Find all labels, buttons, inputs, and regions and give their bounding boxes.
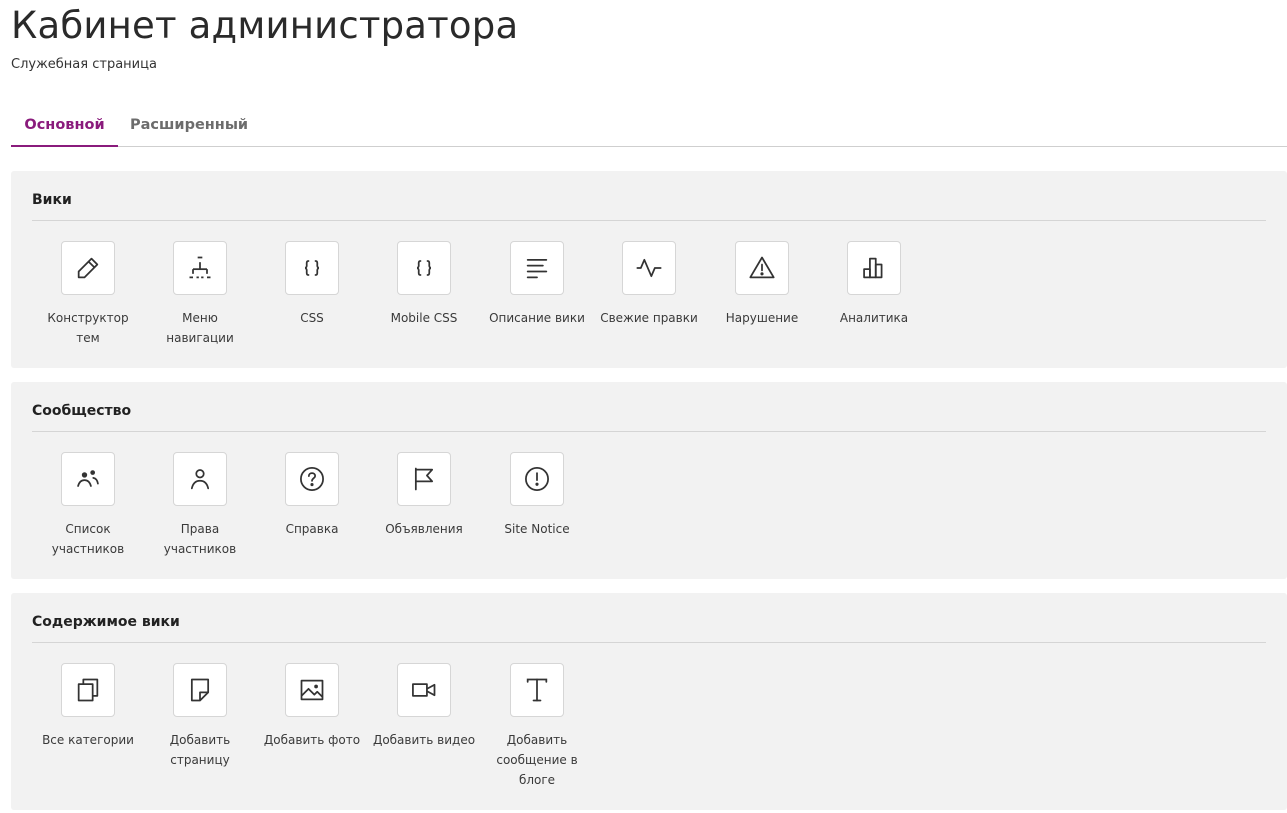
tile-label: Конструктор тем (47, 311, 129, 345)
section-wiki: Вики Конструктор тем Меню навигации CSS … (11, 171, 1287, 368)
tile-label: Меню навигации (166, 311, 234, 345)
tile-icon-box (397, 241, 451, 295)
tile-icon-box (622, 241, 676, 295)
tile-icon-box (173, 663, 227, 717)
tile-label: Справка (285, 522, 339, 536)
bar-chart-icon (863, 257, 883, 279)
tile-icon-box (510, 663, 564, 717)
tile-label: Права участников (163, 522, 237, 556)
braces-icon (416, 260, 432, 276)
sitemap-icon (189, 256, 211, 279)
tile-icon-box (61, 241, 115, 295)
tab-bar: Основной Расширенный (11, 104, 1287, 147)
tile-label: Список участников (51, 522, 125, 556)
tile-label: Добавить страницу (169, 733, 231, 767)
activity-icon (636, 258, 662, 278)
section-divider (32, 220, 1266, 221)
tile-label: Описание вики (489, 311, 585, 325)
users-icon (77, 470, 99, 487)
tile-icon-box (510, 452, 564, 506)
tile-icon-box (61, 452, 115, 506)
tile-add-page[interactable]: Добавить страницу (145, 663, 255, 770)
tile-icon-box (173, 452, 227, 506)
tile-analytics[interactable]: Аналитика (819, 241, 929, 328)
type-icon (526, 678, 548, 702)
tile-icon-box (510, 241, 564, 295)
section-title: Вики (32, 192, 72, 208)
tile-all-categories[interactable]: Все категории (33, 663, 143, 750)
warning-icon (749, 256, 775, 279)
tab-advanced[interactable]: Расширенный (130, 104, 248, 147)
tile-add-photo[interactable]: Добавить фото (257, 663, 367, 750)
section-title: Содержимое вики (32, 614, 180, 630)
section-community: Сообщество Список участников Права участ… (11, 382, 1287, 579)
tile-label: Site Notice (504, 522, 570, 536)
braces-icon (304, 260, 320, 276)
tile-site-notice[interactable]: Site Notice (482, 452, 592, 539)
tab-main[interactable]: Основной (11, 104, 118, 147)
page-icon (190, 678, 210, 702)
user-icon (190, 469, 210, 490)
tile-abuse[interactable]: Нарушение (707, 241, 817, 328)
image-icon (300, 679, 324, 701)
tile-label: Добавить фото (263, 733, 361, 747)
pencil-icon (77, 257, 99, 279)
tile-label: Нарушение (725, 311, 799, 325)
tile-mobile-css[interactable]: Mobile CSS (369, 241, 479, 328)
tile-icon-box (847, 241, 901, 295)
tile-icon-box (397, 452, 451, 506)
tile-label: Добавить видео (372, 733, 476, 747)
tile-label: Свежие правки (600, 311, 698, 325)
tile-label: CSS (300, 311, 324, 325)
tile-user-rights[interactable]: Права участников (145, 452, 255, 559)
tile-icon-box (285, 663, 339, 717)
section-title: Сообщество (32, 403, 132, 419)
exclamation-icon (525, 467, 549, 491)
tile-help[interactable]: Справка (257, 452, 367, 539)
tile-add-blog-post[interactable]: Добавить сообщение в блоге (482, 663, 592, 790)
tile-add-video[interactable]: Добавить видео (369, 663, 479, 750)
page-title: Кабинет администратора (11, 4, 519, 47)
text-lines-icon (526, 258, 548, 279)
tile-label: Аналитика (839, 311, 909, 325)
tile-recent-changes[interactable]: Свежие правки (594, 241, 704, 328)
tile-icon-box (397, 663, 451, 717)
section-wiki-content: Содержимое вики Все категории Добавить с… (11, 593, 1287, 810)
question-icon (300, 467, 324, 491)
page-subtitle: Служебная страница (11, 57, 157, 72)
tile-navigation-menu[interactable]: Меню навигации (145, 241, 255, 348)
copy-icon (77, 678, 99, 702)
tile-label: Mobile CSS (390, 311, 458, 325)
tile-theme-designer[interactable]: Конструктор тем (33, 241, 143, 348)
tile-css[interactable]: CSS (257, 241, 367, 328)
tile-label: Все категории (42, 733, 134, 747)
flag-icon (414, 467, 434, 491)
tile-wiki-description[interactable]: Описание вики (482, 241, 592, 328)
tile-icon-box (173, 241, 227, 295)
tile-icon-box (735, 241, 789, 295)
tile-members-list[interactable]: Список участников (33, 452, 143, 559)
tile-icon-box (61, 663, 115, 717)
tile-icon-box (285, 452, 339, 506)
section-divider (32, 431, 1266, 432)
section-divider (32, 642, 1266, 643)
tile-announcements[interactable]: Объявления (369, 452, 479, 539)
tile-icon-box (285, 241, 339, 295)
video-icon (412, 683, 436, 697)
tile-label: Добавить сообщение в блоге (496, 733, 578, 787)
tile-label: Объявления (385, 522, 463, 536)
